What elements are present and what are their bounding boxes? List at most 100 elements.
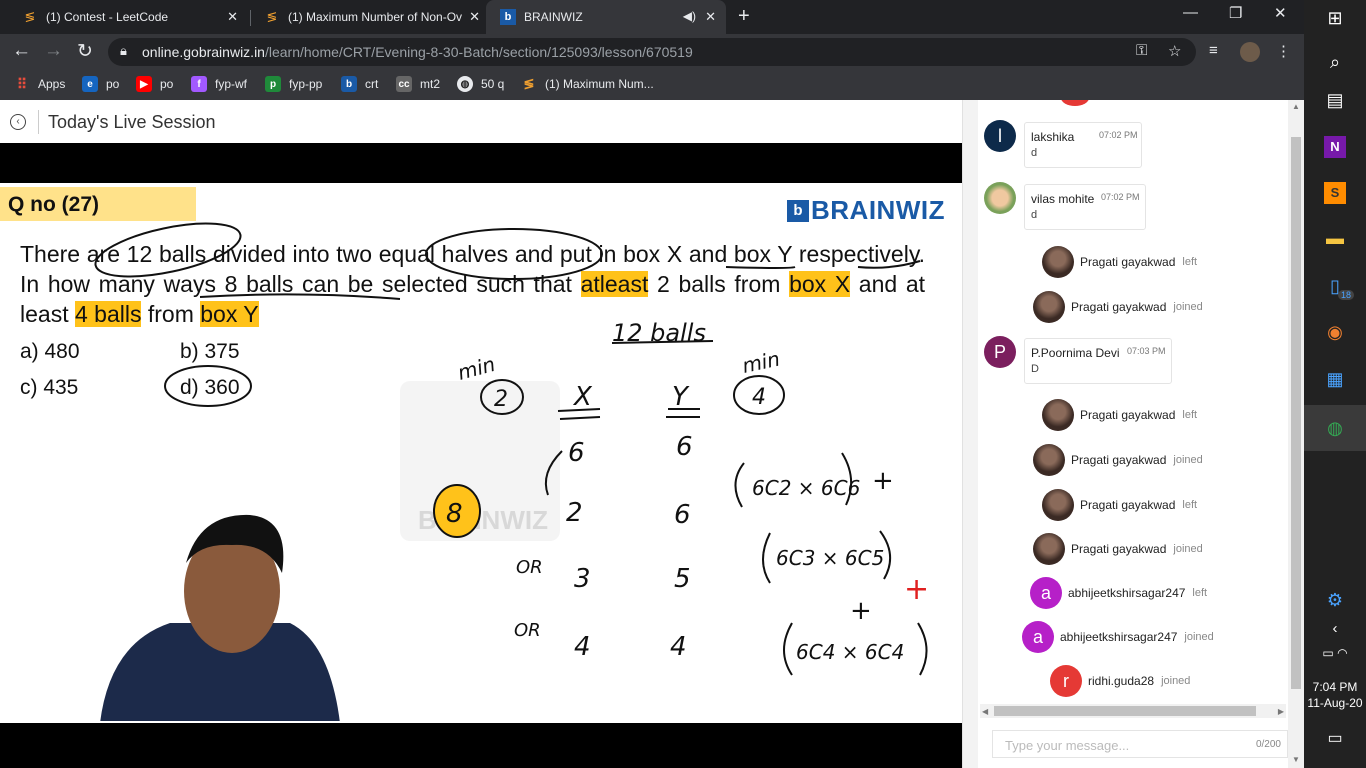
- brainwiz-icon: b: [500, 9, 516, 25]
- tab-title: BRAINWIZ: [524, 10, 583, 24]
- back-arrow-icon[interactable]: ‹: [10, 114, 26, 130]
- youtube-icon: ▶: [136, 76, 152, 92]
- calculator-icon[interactable]: ▦: [1304, 369, 1366, 390]
- close-tab-icon[interactable]: ✕: [227, 9, 238, 25]
- avatar: [1033, 533, 1065, 565]
- reload-icon[interactable]: ↻: [77, 40, 93, 63]
- page-content: ‹ Today's Live Session Q no (27) b BRAIN…: [0, 100, 1304, 768]
- bookmark-po-2[interactable]: ▶ po: [136, 76, 173, 92]
- chat-event: Pragati gayakwad joined: [1033, 291, 1203, 323]
- close-window-icon[interactable]: ✕: [1274, 4, 1287, 22]
- tab-brainwiz[interactable]: b BRAINWIZ ◀) ✕: [486, 0, 726, 34]
- avatar: [1033, 291, 1065, 323]
- minimize-icon[interactable]: —: [1183, 4, 1198, 21]
- forward-icon[interactable]: →: [44, 40, 63, 62]
- search-icon[interactable]: ⌕: [1304, 52, 1366, 73]
- avatar: [1042, 399, 1074, 431]
- media-player-icon[interactable]: ◉: [1304, 322, 1366, 343]
- hw-total: 12 balls: [612, 319, 706, 347]
- hw-row4-x: 4: [574, 632, 591, 662]
- chat-event: Pragati gayakwad joined: [1033, 444, 1203, 476]
- speaker-icon[interactable]: ◀): [683, 9, 696, 23]
- chat-event: Pragati gayakwad joined: [1033, 533, 1203, 565]
- figma-icon: f: [191, 76, 207, 92]
- message-input[interactable]: Type your message... 0/200: [992, 730, 1288, 758]
- message-time: 07:02 PM: [1101, 192, 1140, 202]
- avatar: [984, 182, 1016, 214]
- chat-event: a abhijeetkshirsagar247 left: [1030, 577, 1207, 609]
- hw-row4-y: 4: [670, 632, 687, 662]
- new-tab-button[interactable]: +: [738, 5, 750, 28]
- hw-row1-x: 6: [568, 438, 585, 468]
- tab-title: (1) Contest - LeetCode: [46, 10, 169, 24]
- windows-taskbar: ⊞ ⌕ ▤ N S ▬ ▯ 18 ◉ ▦ ◍ ⚙ ‹ ▭ ◠ 7:04 PM 11…: [1304, 0, 1366, 768]
- onenote-icon[interactable]: N: [1304, 135, 1366, 158]
- underline-annotation: [199, 293, 401, 300]
- sender-name: lakshika: [1031, 130, 1075, 144]
- battery-wifi-icon[interactable]: ▭ ◠: [1304, 646, 1366, 660]
- tab-leetcode-problem[interactable]: ≶ (1) Maximum Number of Non-Ov ✕: [250, 0, 490, 34]
- bookmark-mt2[interactable]: cc mt2: [396, 76, 440, 92]
- task-view-icon[interactable]: ▤: [1304, 90, 1366, 111]
- bookmark-maximum-num[interactable]: ≶ (1) Maximum Num...: [521, 76, 654, 92]
- windows-start-icon[interactable]: ⊞: [1304, 8, 1366, 29]
- tab-strip: ≶ (1) Contest - LeetCode ✕ ≶ (1) Maximum…: [0, 0, 1304, 34]
- network-share-icon[interactable]: ⚙: [1304, 590, 1366, 611]
- bookmark-fyp-wf[interactable]: f fyp-wf: [191, 76, 247, 92]
- menu-icon[interactable]: ⋮: [1276, 42, 1291, 60]
- close-tab-icon[interactable]: ✕: [469, 9, 480, 25]
- message-body: d: [1031, 209, 1038, 221]
- circle-annotation: [94, 222, 242, 278]
- tab-leetcode-contest[interactable]: ≶ (1) Contest - LeetCode ✕: [8, 0, 248, 34]
- sublime-icon[interactable]: S: [1304, 181, 1366, 204]
- avatar: r: [1050, 665, 1082, 697]
- bookmark-po-1[interactable]: e po: [82, 76, 119, 92]
- underline-annotation: [725, 260, 921, 269]
- bookmark-crt[interactable]: b crt: [341, 76, 378, 92]
- hw-combination-2: 6C3 × 6C5: [776, 546, 884, 570]
- hw-header-y: Y: [672, 382, 690, 412]
- bookmark-fyp-pp[interactable]: p fyp-pp: [265, 76, 322, 92]
- chat-scrollbar[interactable]: ▲ ▼: [1288, 100, 1304, 768]
- system-clock[interactable]: 7:04 PM 11-Aug-20: [1304, 679, 1366, 711]
- bookmark-icon: e: [82, 76, 98, 92]
- hw-row2-x: 2: [566, 498, 583, 528]
- profile-avatar[interactable]: [1240, 42, 1260, 62]
- back-icon[interactable]: ←: [12, 40, 31, 62]
- bookmark-apps[interactable]: ⠿ Apps: [14, 76, 66, 92]
- star-icon[interactable]: ☆: [1168, 42, 1181, 60]
- bookmark-50q[interactable]: ◍ 50 q: [457, 76, 504, 92]
- chat-horizontal-scrollbar[interactable]: ◀ ▶: [980, 704, 1286, 718]
- hw-row2-y: 6: [674, 500, 691, 530]
- notifications-icon[interactable]: ▭: [1304, 728, 1366, 748]
- hw-row3-x: 3: [574, 564, 591, 594]
- chrome-icon[interactable]: ◍: [1304, 405, 1366, 451]
- chat-event: r ridhi.guda28 joined: [1050, 665, 1190, 697]
- browser-window: ≶ (1) Contest - LeetCode ✕ ≶ (1) Maximum…: [0, 0, 1304, 768]
- file-explorer-icon[interactable]: ▬: [1304, 228, 1366, 249]
- avatar: [1033, 444, 1065, 476]
- avatar: l: [984, 120, 1016, 152]
- media-queue-icon[interactable]: ≡: [1209, 42, 1218, 59]
- address-bar[interactable]: 🔒︎ online.gobrainwiz.in/learn/home/CRT/E…: [108, 38, 1196, 66]
- avatar: P: [984, 336, 1016, 368]
- cc-icon: cc: [396, 76, 412, 92]
- maximize-icon[interactable]: ❐: [1229, 4, 1242, 22]
- chevron-left-icon[interactable]: ‹: [1304, 620, 1366, 637]
- close-tab-icon[interactable]: ✕: [705, 9, 716, 25]
- hw-combination-3: 6C4 × 6C4: [796, 640, 904, 664]
- brainwiz-icon: b: [341, 76, 357, 92]
- hw-min-y-value: 4: [752, 385, 766, 410]
- phone-icon[interactable]: ▯ 18: [1304, 276, 1366, 300]
- hw-min-x: min: [455, 352, 498, 385]
- toolbar: ← → ↻ 🔒︎ online.gobrainwiz.in/learn/home…: [0, 34, 1304, 70]
- key-icon[interactable]: ⚿: [1136, 42, 1147, 59]
- video-player[interactable]: Q no (27) b BRAINWIZ BRAINWIZ There are …: [0, 143, 962, 768]
- message-time: 07:02 PM: [1099, 130, 1138, 140]
- hw-or-2: OR: [514, 620, 541, 641]
- chat-messages[interactable]: l lakshika 07:02 PM d vilas mohite 07:02…: [978, 100, 1288, 704]
- hw-combination-1: 6C2 × 6C6: [752, 476, 860, 500]
- tab-title: (1) Maximum Number of Non-Ov: [288, 10, 463, 24]
- scrollbar-thumb[interactable]: [1291, 137, 1301, 689]
- scrollbar-thumb[interactable]: [994, 706, 1256, 716]
